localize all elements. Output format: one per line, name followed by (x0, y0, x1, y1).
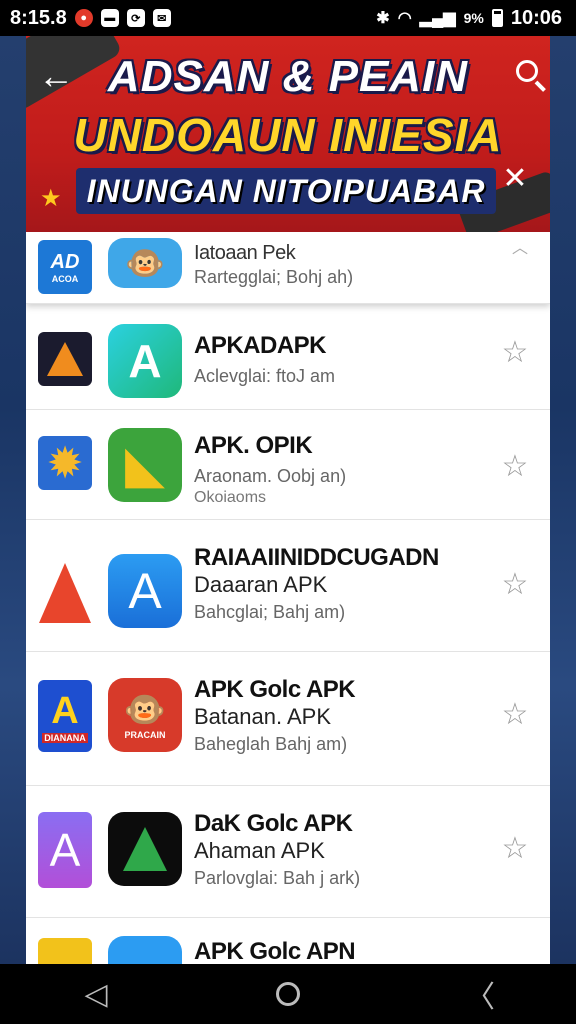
app-subtitle: Baheglah Bahj am) (194, 734, 348, 754)
bird-app-icon: ◣ (108, 428, 182, 502)
notification-icon: ● (74, 9, 93, 27)
app-name: APK Golc APN (194, 938, 356, 964)
list-item[interactable]: AD ACOA 🐵 Iatoaan Pek Rartegglai; Bohj a… (26, 232, 550, 304)
blue-app-icon (108, 936, 182, 964)
ad-logo-icon: AD ACOA (38, 240, 92, 294)
battery-icon (491, 9, 503, 27)
bluetooth-icon: ✱ (376, 10, 390, 27)
status-bar: 8:15.8 ● ▬ ⟳ ✉ ✱ ◠ ▂▄▆ 9% 10:06 (0, 0, 576, 36)
recent-apps-icon[interactable]: 〈 (450, 972, 510, 1016)
app-name: RAIAAIINIDDCUGADN (194, 544, 439, 571)
list-item[interactable]: A DaK Golc APK Ahaman APK Parlovglai: Ba… (26, 786, 550, 918)
monkey-app-icon: 🐵 PRACAIN (108, 678, 182, 752)
gold-star-logo-icon: ✹ (38, 436, 92, 490)
app-icon-label: PRACAIN (124, 730, 166, 740)
star-icon[interactable]: ☆ (500, 338, 530, 368)
dark-a-logo-icon (38, 332, 92, 386)
navigation-bar: ◁ 〈 (0, 964, 576, 1024)
battery-percent: 9% (463, 10, 484, 26)
app-subtitle-extra: Okoiaoms (194, 489, 267, 506)
header-banner: ← ADSAN & PEAIN UNDOAUN INIESIA INUNGAN … (26, 36, 550, 232)
app-subtitle: Bahcglai; Bahj am) (194, 602, 346, 622)
background-left (0, 36, 26, 964)
app-subtitle: Rartegglai; Bohj ah) (194, 267, 354, 287)
app-name: APK Golc APK (194, 676, 356, 703)
back-nav-icon[interactable]: ◁ (66, 977, 126, 1012)
app-line2: Daaaran APK (194, 572, 328, 597)
mail-icon: ✉ (152, 9, 171, 27)
app-list: AD ACOA 🐵 Iatoaan Pek Rartegglai; Bohj a… (26, 232, 550, 964)
blue-a-logo-icon: A DIANANA (38, 680, 92, 752)
banner-title-line2: UNDOAUN INIESIA (73, 109, 503, 161)
sync-icon: ⟳ (126, 9, 145, 27)
yellow-logo-icon (38, 938, 92, 964)
app-subtitle: Araonam. Oobj an) (194, 466, 347, 486)
message-icon: ▬ (100, 9, 119, 27)
star-icon[interactable]: ☆ (500, 570, 530, 600)
background-right (550, 36, 576, 964)
app-name: Iatoaan Pek (194, 242, 296, 264)
black-a-app-icon (108, 812, 182, 886)
purple-a-logo-icon: A (38, 812, 92, 888)
star-decoration-icon: ★ (40, 185, 62, 212)
home-button[interactable] (258, 982, 318, 1006)
list-item[interactable]: ✹ ◣ APK. OPIK Araonam. Oobj an) Okoiaoms… (26, 410, 550, 520)
app-name: DaK Golc APK (194, 810, 353, 837)
banner-title-line1: ADSAN & PEAIN (107, 52, 469, 101)
app-name: APKADAPK (194, 332, 327, 359)
status-clock: 10:06 (510, 6, 562, 29)
list-item[interactable]: A RAIAAIINIDDCUGADN Daaaran APK Bahcglai… (26, 520, 550, 652)
list-item[interactable]: A DIANANA 🐵 PRACAIN APK Golc APK Batanan… (26, 652, 550, 786)
star-icon[interactable]: ☆ (500, 452, 530, 482)
colorful-a-logo-icon (38, 556, 92, 630)
wifi-icon: ◠ (397, 10, 412, 27)
app-store-icon: A (108, 554, 182, 628)
app-name: APK. OPIK (194, 432, 313, 459)
home-icon (276, 982, 300, 1006)
signal-icon: ▂▄▆ (419, 10, 456, 27)
star-icon[interactable]: ☆ (500, 700, 530, 730)
app-line2: Ahaman APK (194, 838, 325, 863)
status-time-left: 8:15.8 (10, 6, 67, 29)
list-item[interactable]: APK Golc APN (26, 918, 550, 964)
banner-title-line3: INUNGAN NITOIPUABAR (76, 168, 496, 214)
cartoon-app-icon: 🐵 (108, 238, 182, 288)
chevron-up-icon[interactable]: ︿ (512, 234, 528, 258)
app-subtitle: Parlovglai: Bah j ark) (194, 868, 361, 888)
app-store-icon: A (108, 324, 182, 398)
star-icon[interactable]: ☆ (500, 834, 530, 864)
app-subtitle: Aclevglai: ftoJ am (194, 366, 336, 386)
close-icon[interactable]: ✕ (500, 164, 530, 194)
app-line2: Batanan. APK (194, 704, 331, 729)
list-item[interactable]: A APKADAPK Aclevglai: ftoJ am ☆ (26, 304, 550, 410)
